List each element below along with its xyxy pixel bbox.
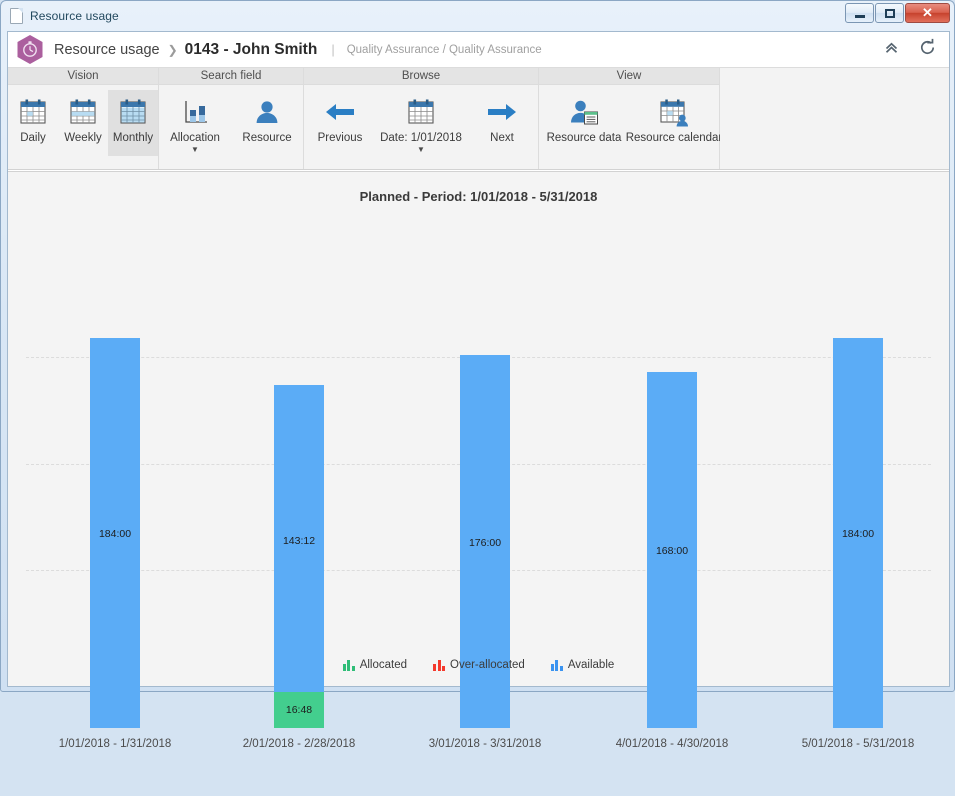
ribbon-button-weekly[interactable]: Weekly [58, 90, 108, 156]
chart-title: Planned - Period: 1/01/2018 - 5/31/2018 [359, 189, 598, 204]
person-icon [252, 95, 282, 128]
ribbon-button-previous[interactable]: Previous [304, 90, 376, 156]
ribbon-button-label: Resource calendar [625, 132, 723, 144]
ribbon-group-title: Browse [304, 68, 538, 85]
bar-value-label: 16:48 [285, 704, 313, 716]
chevron-right-icon: ❯ [167, 42, 178, 57]
ribbon-group-browse: Browse Previous Date: 1/01/2018 ▼ Next [304, 68, 539, 170]
minimize-icon [854, 14, 865, 18]
minimize-button[interactable] [845, 3, 874, 23]
ribbon-button-label: Resource [242, 132, 292, 144]
breadcrumb-root[interactable]: Resource usage [54, 42, 160, 58]
legend-label: Over-allocated [450, 659, 525, 671]
header-actions [883, 32, 937, 67]
chart-plot-area: 184:00 1/01/2018 - 1/31/2018 143:12 16:48 2/… [8, 216, 949, 796]
chart-bar[interactable]: 143:12 16:48 [274, 385, 324, 728]
chevron-double-up-icon[interactable] [883, 39, 900, 61]
ribbon-button-daily[interactable]: Daily [8, 90, 58, 156]
bar-segment-available[interactable]: 168:00 [647, 372, 697, 728]
calendar-icon [118, 95, 148, 128]
calendar-person-icon [658, 95, 690, 128]
ribbon-toolbar: Vision Daily Weekly Monthly Search field… [8, 67, 949, 170]
bar-chart-icon [433, 659, 446, 671]
breadcrumb-divider: | [331, 42, 335, 57]
bar-value-label: 168:00 [655, 545, 689, 557]
x-axis-label: 4/01/2018 - 4/30/2018 [615, 738, 729, 750]
legend-label: Available [567, 659, 615, 671]
calendar-icon [406, 95, 436, 128]
bar-value-label: 184:00 [841, 528, 875, 540]
legend-item[interactable]: Available [550, 659, 615, 671]
ribbon-group-title: View [539, 68, 719, 85]
bar-chart-icon [550, 659, 563, 671]
ribbon-button-label: Previous [317, 132, 363, 144]
ribbon-group-vision: Vision Daily Weekly Monthly [8, 68, 159, 170]
calendar-icon [18, 95, 48, 128]
ribbon-button-label: Daily [20, 132, 46, 144]
ribbon-button-resource-calendar[interactable]: Resource calendar [626, 90, 722, 156]
application-window: Resource usage ✕ Resource usage ❯ 0143 -… [0, 0, 955, 750]
ribbon-button-next[interactable]: Next [466, 90, 538, 156]
bar-segment-allocated[interactable]: 16:48 [274, 692, 324, 728]
ribbon-button-allocation[interactable]: Allocation ▼ [159, 90, 231, 156]
ribbon-group-view: View Resource data Resource calendar [539, 68, 722, 170]
bar-chart-icon [180, 95, 210, 128]
bar-value-label: 143:12 [282, 535, 316, 547]
window-titlebar: Resource usage ✕ [1, 1, 954, 30]
chart-bar[interactable]: 176:00 [460, 355, 510, 728]
ribbon-button-label: Weekly [64, 132, 102, 144]
ribbon-group-title: Vision [8, 68, 158, 85]
ribbon-button-date[interactable]: Date: 1/01/2018 ▼ [376, 90, 466, 156]
chevron-down-icon[interactable]: ▼ [417, 146, 425, 154]
ribbon-button-monthly[interactable]: Monthly [108, 90, 158, 156]
close-button[interactable]: ✕ [905, 3, 950, 23]
chart-bar[interactable]: 168:00 [647, 372, 697, 728]
chevron-down-icon[interactable]: ▼ [191, 146, 199, 154]
app-header: Resource usage ❯ 0143 - John Smith | Qua… [8, 32, 949, 67]
maximize-button[interactable] [875, 3, 904, 23]
arrow-left-icon [323, 95, 357, 128]
bar-value-label: 176:00 [468, 537, 502, 549]
document-icon [10, 7, 23, 24]
bar-segment-available[interactable]: 143:12 [274, 385, 324, 692]
ribbon-button-label: Monthly [112, 132, 154, 144]
stopwatch-hexagon-logo [17, 35, 43, 64]
ribbon-button-label: Next [490, 132, 514, 144]
ribbon-empty-space [720, 68, 949, 170]
ribbon-button-label: Date: 1/01/2018 [380, 132, 462, 144]
x-axis-label: 5/01/2018 - 5/31/2018 [801, 738, 915, 750]
calendar-icon [68, 95, 98, 128]
refresh-icon[interactable] [918, 38, 937, 62]
maximize-icon [884, 8, 895, 18]
bar-value-label: 184:00 [98, 528, 132, 540]
ribbon-button-label: Allocation [170, 132, 220, 144]
chart-panel: Planned - Period: 1/01/2018 - 5/31/2018 … [8, 171, 949, 750]
ribbon-button-label: Resource data [546, 132, 622, 144]
breadcrumb-subtitle: Quality Assurance / Quality Assurance [346, 43, 542, 56]
breadcrumb-current: 0143 - John Smith [184, 40, 318, 58]
legend-label: Allocated [359, 659, 408, 671]
x-axis-label: 2/01/2018 - 2/28/2018 [242, 738, 356, 750]
legend-item[interactable]: Over-allocated [433, 659, 525, 671]
ribbon-button-resource-data[interactable]: Resource data [539, 90, 629, 156]
ribbon-group-search-field: Search field Allocation ▼ Resource [159, 68, 304, 170]
person-card-icon [568, 95, 600, 128]
x-axis-label: 1/01/2018 - 1/31/2018 [58, 738, 172, 750]
bar-segment-available[interactable]: 176:00 [460, 355, 510, 728]
x-axis-label: 3/01/2018 - 3/31/2018 [428, 738, 542, 750]
legend-item[interactable]: Allocated [342, 659, 408, 671]
bar-chart-icon [342, 659, 355, 671]
chart-legend: Allocated Over-allocated Available [8, 659, 949, 671]
window-controls: ✕ [845, 3, 950, 23]
client-area: Resource usage ❯ 0143 - John Smith | Qua… [7, 31, 950, 750]
window-title: Resource usage [30, 8, 119, 23]
ribbon-group-title: Search field [159, 68, 303, 85]
ribbon-button-resource[interactable]: Resource [231, 90, 303, 156]
arrow-right-icon [485, 95, 519, 128]
